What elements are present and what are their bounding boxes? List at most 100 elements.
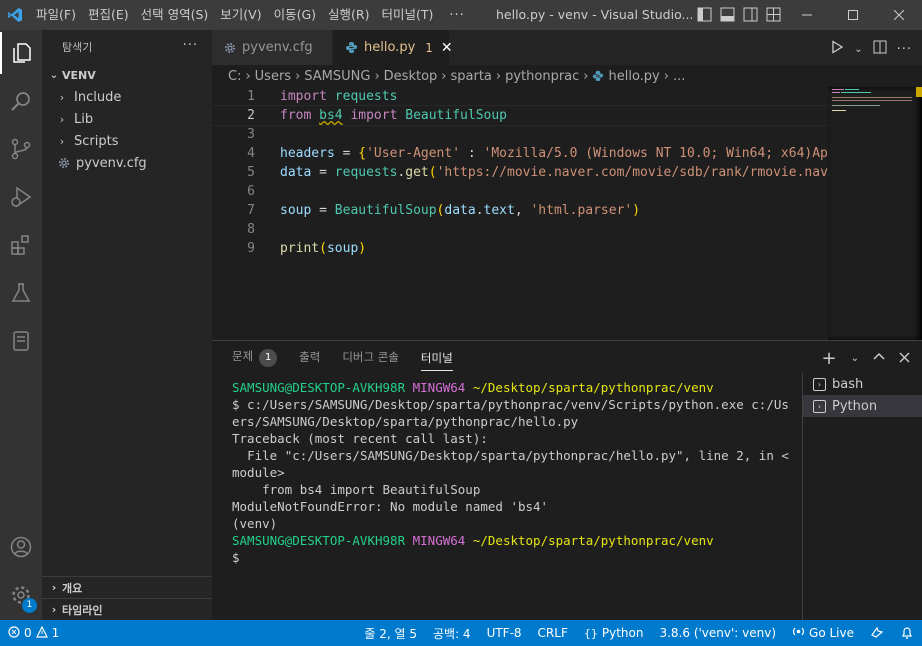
chevron-right-icon: › [59,90,65,104]
tab-hello-py[interactable]: hello.py 1 ✕ [333,30,453,65]
tab-pyvenv-cfg[interactable]: pyvenv.cfg [212,30,333,65]
run-dropdown-chevron-icon[interactable]: ⌄ [854,44,862,55]
remote-icon[interactable] [0,320,42,362]
code-line[interactable]: 1 import requests [212,87,828,106]
editor-tabs: pyvenv.cfg hello.py 1 ✕ ⌄ ··· [212,30,922,65]
more-actions-icon[interactable]: ··· [897,42,912,57]
python-interpreter[interactable]: 3.8.6 ('venv': venv) [651,626,784,640]
run-python-icon[interactable] [830,40,844,58]
terminal-output[interactable]: SAMSUNG@DESKTOP-AVKH98R MINGW64 ~/Deskto… [232,379,792,566]
tree-item-include[interactable]: › Include [42,86,212,108]
bottom-panel: 문제 1 출력 디버그 콘솔 터미널 + ⌄ SAMSUNG@DESKTOP-AV… [212,340,922,621]
notifications-bell-icon[interactable] [892,626,922,640]
new-terminal-icon[interactable]: + [822,348,837,369]
manage-gear-icon[interactable]: 1 [0,574,42,616]
menu-more-icon[interactable]: ··· [439,8,474,23]
window-title: hello.py - venv - Visual Studio... [496,7,692,22]
tab-terminal[interactable]: 터미널 [420,350,453,371]
breadcrumb-item[interactable]: SAMSUNG [304,69,370,84]
breadcrumb: C: › Users › SAMSUNG › Desktop › sparta › pyt… [212,65,922,87]
minimize-icon[interactable] [784,0,830,30]
terminal-dropdown-chevron-icon[interactable]: ⌄ [851,353,859,364]
code-line[interactable]: 9 print(soup) [212,239,828,258]
prompt-line: SAMSUNG@DESKTOP-AVKH98R MINGW64 ~/Deskto… [232,380,714,395]
code-line[interactable]: 5 data = requests.get('https://movie.nave… [212,163,828,182]
chevron-right-icon: › [51,581,57,594]
breadcrumb-item[interactable]: hello.py [608,69,659,84]
breadcrumb-item[interactable]: C: [228,69,241,84]
line-number: 4 [247,146,255,161]
code-line[interactable]: 6 [212,182,828,201]
tree-item-scripts[interactable]: › Scripts [42,130,212,152]
indentation[interactable]: 공백: 4 [425,625,479,642]
terminal-item-python[interactable]: › Python [803,395,922,417]
breadcrumb-item[interactable]: sparta [450,69,491,84]
breadcrumb-item[interactable]: ... [673,69,685,84]
braces-icon: {} [583,626,598,640]
folder-venv[interactable]: ⌄ VENV [42,64,212,86]
tab-problems[interactable]: 문제 1 [232,348,278,367]
explorer-icon[interactable] [0,32,42,74]
maximize-panel-icon[interactable] [873,351,885,367]
explorer-more-icon[interactable]: ··· [183,38,198,53]
end-of-line[interactable]: CRLF [530,626,576,640]
go-live-button[interactable]: Go Live [784,625,862,641]
account-icon[interactable] [0,526,42,568]
timeline-section[interactable]: › 타임라인 [42,598,212,620]
menu-run[interactable]: 실행(R) [322,0,375,30]
code-line[interactable]: 2 from bs4 import BeautifulSoup [211,105,829,126]
feedback-icon[interactable] [862,626,892,640]
tree-item-label: Lib [74,111,94,127]
code-line[interactable]: 8 [212,220,828,239]
close-panel-icon[interactable] [899,351,910,367]
menu-selection[interactable]: 선택 영역(S) [135,0,215,30]
code-line[interactable]: 3 [212,125,828,144]
run-debug-icon[interactable] [0,176,42,218]
code-editor[interactable]: 1 import requests 2 from bs4 import Beautif… [211,87,829,258]
breadcrumb-separator-icon: › [495,68,502,84]
tree-item-pyvenv-cfg[interactable]: pyvenv.cfg [42,152,212,174]
line-number: 5 [247,165,255,180]
testing-icon[interactable] [0,272,42,314]
menu-file[interactable]: 파일(F) [30,0,82,30]
breadcrumb-item[interactable]: Users [255,69,291,84]
terminal-icon: › [813,377,826,391]
breadcrumb-item[interactable]: Desktop [384,69,438,84]
maximize-icon[interactable] [830,0,876,30]
line-number: 3 [247,127,255,142]
toggle-secondary-sidebar-icon[interactable] [743,7,758,22]
extensions-icon[interactable] [0,224,42,266]
problems-status[interactable]: 0 1 [0,625,67,641]
split-editor-icon[interactable] [873,40,887,58]
cursor-position[interactable]: 줄 2, 열 5 [356,625,425,642]
minimap[interactable] [828,87,922,340]
folder-venv-label: VENV [62,68,96,82]
toggle-panel-icon[interactable] [720,7,735,22]
close-window-icon[interactable] [876,0,922,30]
language-label: Python [601,626,644,640]
menu-terminal[interactable]: 터미널(T) [376,0,440,30]
editor-area: pyvenv.cfg hello.py 1 ✕ ⌄ ··· C: › Users ›… [211,30,922,340]
menu-view[interactable]: 보기(V) [214,0,267,30]
encoding[interactable]: UTF-8 [479,626,530,640]
menu-edit[interactable]: 편집(E) [82,0,135,30]
menu-go[interactable]: 이동(G) [268,0,322,30]
breadcrumb-item[interactable]: pythonprac [505,69,579,84]
language-mode[interactable]: {} Python [576,626,652,640]
activity-bar: 1 [0,30,42,620]
outline-section[interactable]: › 개요 [42,576,212,598]
breadcrumb-separator-icon: › [245,68,251,84]
code-line[interactable]: 7 soup = BeautifulSoup(data.text, 'html.p… [212,201,828,220]
customize-layout-icon[interactable] [766,7,781,22]
close-tab-icon[interactable]: ✕ [441,40,453,56]
search-icon[interactable] [0,80,42,122]
tab-debug-console[interactable]: 디버그 콘솔 [342,349,399,365]
tab-output[interactable]: 출력 [299,349,320,365]
tree-item-lib[interactable]: › Lib [42,108,212,130]
terminal-item-bash[interactable]: › bash [803,373,922,395]
source-control-icon[interactable] [0,128,42,170]
toggle-sidebar-icon[interactable] [697,7,712,22]
code-line[interactable]: 4 headers = {'User-Agent' : 'Mozilla/5.0 … [212,144,828,163]
tab-label: pyvenv.cfg [242,40,313,55]
